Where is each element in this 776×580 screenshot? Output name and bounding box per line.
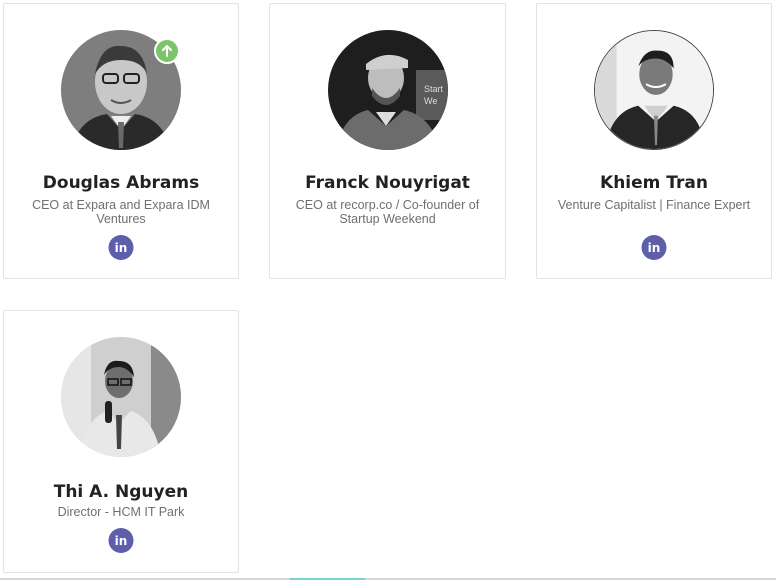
team-card-khiem-tran: Khiem Tran Venture Capitalist | Finance … <box>536 3 772 279</box>
member-name: Khiem Tran <box>600 173 708 193</box>
team-card-douglas-abrams: Douglas Abrams CEO at Expara and Expara … <box>3 3 239 279</box>
member-role: CEO at recorp.co / Co-founder of Startup… <box>295 198 480 226</box>
member-role: Director - HCM IT Park <box>57 505 185 519</box>
avatar <box>594 30 714 150</box>
avatar <box>61 337 181 457</box>
linkedin-icon[interactable]: in <box>641 235 667 260</box>
svg-text:Start: Start <box>424 84 444 94</box>
member-role: Venture Capitalist | Finance Expert <box>557 198 751 212</box>
scroll-up-button[interactable] <box>154 38 180 64</box>
avatar: Start We <box>327 30 448 150</box>
team-card-thi-a-nguyen: Thi A. Nguyen Director - HCM IT Park in <box>3 310 239 573</box>
linkedin-icon[interactable]: in <box>108 235 134 260</box>
svg-text:We: We <box>424 96 437 106</box>
arrow-up-icon <box>162 45 172 57</box>
team-card-franck-nouyrigat: Start We Franck Nouyrigat CEO at recorp.… <box>269 3 506 279</box>
member-name: Douglas Abrams <box>42 173 200 193</box>
linkedin-icon[interactable]: in <box>108 528 134 553</box>
member-role: CEO at Expara and Expara IDM Ventures <box>32 198 210 226</box>
member-name: Franck Nouyrigat <box>305 173 470 193</box>
member-name: Thi A. Nguyen <box>53 482 189 502</box>
